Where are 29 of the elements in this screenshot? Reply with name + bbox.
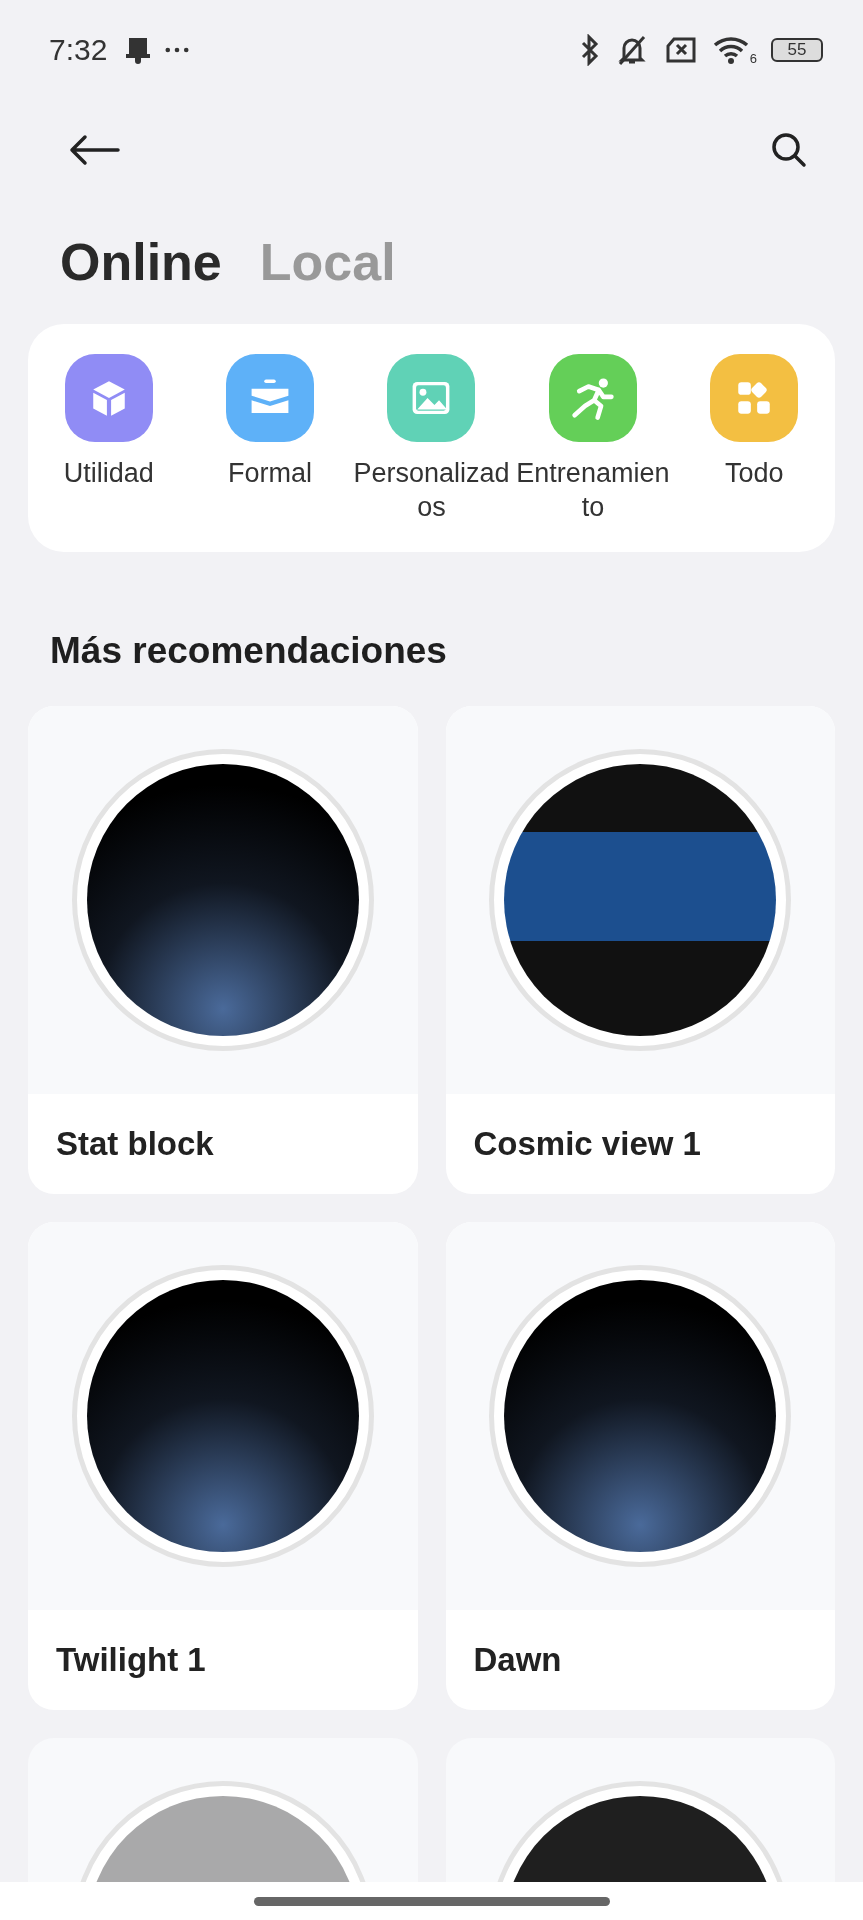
- category-icon[interactable]: [548, 354, 637, 442]
- watch-face-name: Stat block: [56, 1125, 214, 1163]
- category-label[interactable]: Utilidad: [28, 456, 189, 490]
- section-title: Más recomendaciones: [50, 630, 448, 672]
- status-time: 7:32: [49, 33, 108, 67]
- watch-face-card[interactable]: Cosmic view 1: [445, 706, 835, 1194]
- back-arrow-icon[interactable]: [68, 134, 120, 166]
- tab[interactable]: Online: [60, 222, 222, 302]
- watch-face-card[interactable]: Dawn: [445, 1222, 835, 1710]
- watch-face-name: Cosmic view 1: [473, 1125, 701, 1163]
- bluetooth-icon: [579, 34, 600, 66]
- notification-icon: [125, 36, 152, 64]
- watch-face-card[interactable]: Twilight 1: [28, 1222, 418, 1710]
- category-label[interactable]: Todo: [674, 456, 835, 490]
- more-icon: [165, 47, 190, 53]
- home-indicator[interactable]: [253, 1896, 610, 1906]
- watch-face-card[interactable]: Stat block: [28, 706, 418, 1194]
- category-label[interactable]: Formal: [190, 456, 351, 490]
- network-type-label: 6: [749, 51, 757, 66]
- category-icon[interactable]: [710, 354, 799, 442]
- category-label[interactable]: Personalizados: [351, 456, 512, 524]
- category-icon[interactable]: [226, 354, 315, 442]
- battery-indicator: 55: [771, 38, 823, 62]
- watch-face-name: Dawn: [473, 1641, 562, 1679]
- watch-face-name: Twilight 1: [56, 1641, 206, 1679]
- category-icon[interactable]: [387, 354, 476, 442]
- category-icon[interactable]: [64, 354, 153, 442]
- category-label[interactable]: Entrenamiento: [512, 456, 673, 524]
- search-icon[interactable]: [771, 132, 807, 168]
